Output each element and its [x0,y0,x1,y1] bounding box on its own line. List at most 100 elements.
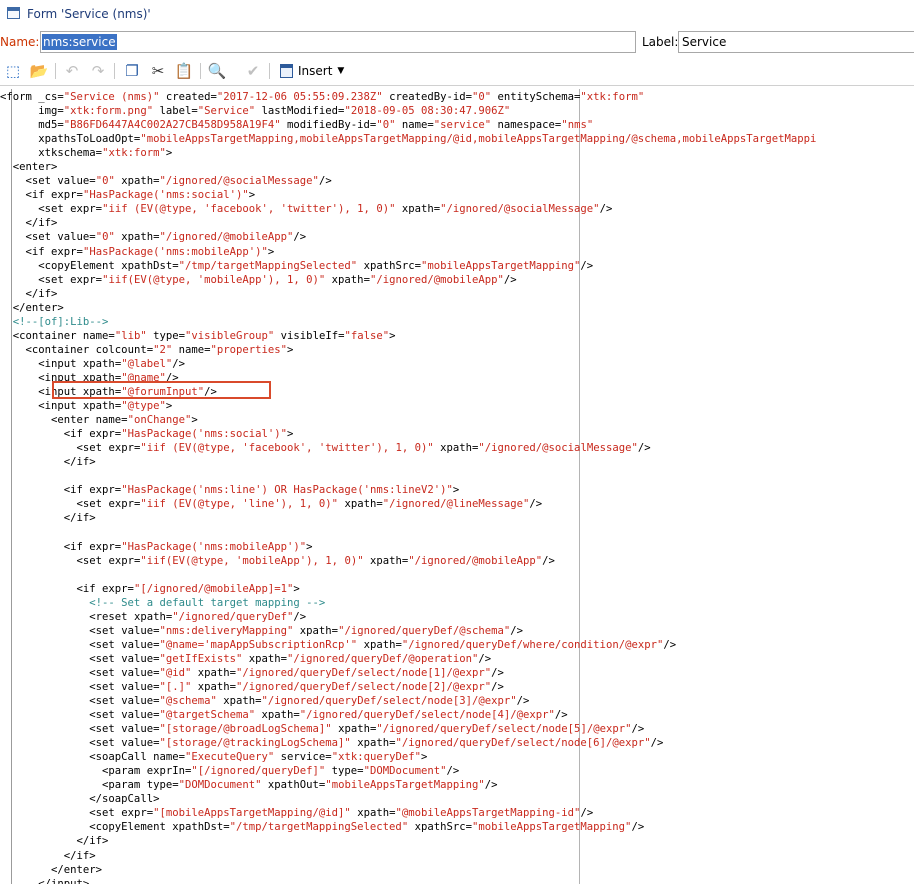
code-token: "mobileAppsTargetMapping" [325,779,485,792]
code-token: "xtk:form" [102,147,166,160]
code-token: <set [0,709,115,722]
toolbar-separator [55,63,56,79]
toolbar-separator [200,63,201,79]
code-token: <if [0,582,96,595]
code-token: xpath= [255,709,300,722]
code-token: > [420,751,428,764]
undo-icon[interactable]: ↶ [62,61,82,81]
code-token: "2017-12-06 05:55:09.238Z" [216,91,383,103]
code-token: "2018-09-05 08:30:47.906Z" [344,105,511,118]
code-token: colcount= [89,343,154,356]
code-token: "[storage/@trackingLogSchema]" [159,737,351,750]
find-icon[interactable]: 🔍 [207,61,227,81]
cut-icon[interactable]: ✂ [148,61,168,81]
code-token: xpath= [433,442,479,455]
code-line: <enter> [0,160,816,174]
code-line: </if> [0,287,816,301]
code-token: "mobileAppsTargetMapping,mobileAppsTarge… [140,133,817,146]
code-token: "/ignored/@lineMessage" [382,498,530,511]
code-line: <enter name="onChange"> [0,413,816,427]
code-token: label= [153,105,198,118]
paste-icon[interactable]: 📋 [174,61,194,81]
code-token: value= [114,695,160,708]
code-token: <set [0,695,115,708]
code-token: xpath= [363,554,409,567]
code-line: <set expr="[mobileAppsTargetMapping/@id]… [0,806,816,820]
name-input[interactable]: nms:service [40,31,636,53]
validate-icon[interactable]: ✔ [243,61,263,81]
code-token: value= [114,666,160,679]
dropdown-arrow-icon: ▼ [337,66,345,76]
copy-icon[interactable]: ❐ [122,61,142,81]
code-token: "/ignored/@socialMessage" [478,442,638,455]
code-token: visibleIf= [274,329,345,342]
code-token: > [191,414,198,427]
code-line: <copyElement xpathDst="/tmp/targetMappin… [0,820,816,834]
code-token: > [293,582,300,595]
code-token: xpath= [76,357,122,370]
code-token: xpath= [242,652,288,665]
code-token: <set [0,442,103,455]
code-token: namespace= [491,119,562,132]
insert-button[interactable]: Insert ▼ [276,60,348,82]
code-token: expr= [63,273,103,286]
code-line: <set expr="iif(EV(@type, 'mobileApp'), 1… [0,273,816,287]
code-token: <set [0,273,64,286]
code-token: expr= [114,807,154,820]
code-token: xpathSrc= [357,259,421,272]
code-token: <set [0,203,64,216]
code-token: <if [0,245,45,258]
code-line: <set value="[storage/@broadLogSchema]" x… [0,722,816,736]
code-token: "Service (nms)" [63,91,160,103]
code-token: > [165,147,173,160]
code-token: name= [89,414,128,427]
redo-icon[interactable]: ↷ [88,61,108,81]
code-token: <reset [0,610,128,623]
code-line: md5="B86FD6447A4C002A27CB458D958A19F4" m… [0,118,816,132]
code-token: <set [0,638,115,651]
label-input[interactable]: Service [678,31,914,53]
code-token: "/ignored/queryDef/select/node[3]/@expr" [261,695,517,708]
code-token: created= [159,91,217,103]
code-token: "2" [153,343,173,356]
name-label: Name: [0,35,40,49]
code-token: /> [510,624,524,637]
code-token: /> [491,680,504,693]
code-line: </enter> [0,863,816,877]
code-line: img="xtk:form.png" label="Service" lastM… [0,104,816,118]
code-token: "nms:deliveryMapping" [159,624,294,637]
code-token: xpath= [325,273,370,286]
code-token: entitySchema= [491,91,581,103]
code-token: expr= [102,442,141,455]
code-line: </enter> [0,301,816,315]
code-token: /> [650,737,664,750]
code-token: <!--[of]:Lib--> [0,315,109,328]
code-token: expr= [82,428,122,441]
code-token: "mobileAppsTargetMapping" [471,821,632,834]
code-line: <container name="lib" type="visibleGroup… [0,329,816,343]
code-token: > [287,428,294,441]
code-line: <reset xpath="/ignored/queryDef"/> [0,610,816,624]
code-token: > [452,484,460,497]
code-token: /> [491,666,504,679]
code-token: "/ignored/queryDef/@schema" [338,624,511,637]
insert-button-label: Insert [298,64,333,78]
code-line: <form _cs="Service (nms)" created="2017-… [0,90,816,104]
code-token: "xtk:form" [580,91,645,103]
code-token: <param [0,765,141,778]
name-input-value: nms:service [42,34,117,50]
new-document-icon[interactable]: ⬚ [3,61,23,81]
xml-source-editor[interactable]: <form _cs="Service (nms)" created="2017-… [0,89,914,884]
code-token: "DOMDocument" [178,779,262,792]
code-token: /> [529,498,543,511]
code-token: "false" [344,329,390,342]
code-line: </if> [0,511,816,525]
code-token: "[/ignored/queryDef]" [191,765,326,778]
code-area[interactable]: <form _cs="Service (nms)" created="2017-… [0,90,816,884]
code-token: xpath= [191,666,237,679]
code-token: "@mobileAppsTargetMapping-id" [395,807,581,820]
open-folder-icon[interactable]: 📂 [29,61,49,81]
code-token: expr= [95,582,134,595]
code-line: </if> [0,216,816,230]
